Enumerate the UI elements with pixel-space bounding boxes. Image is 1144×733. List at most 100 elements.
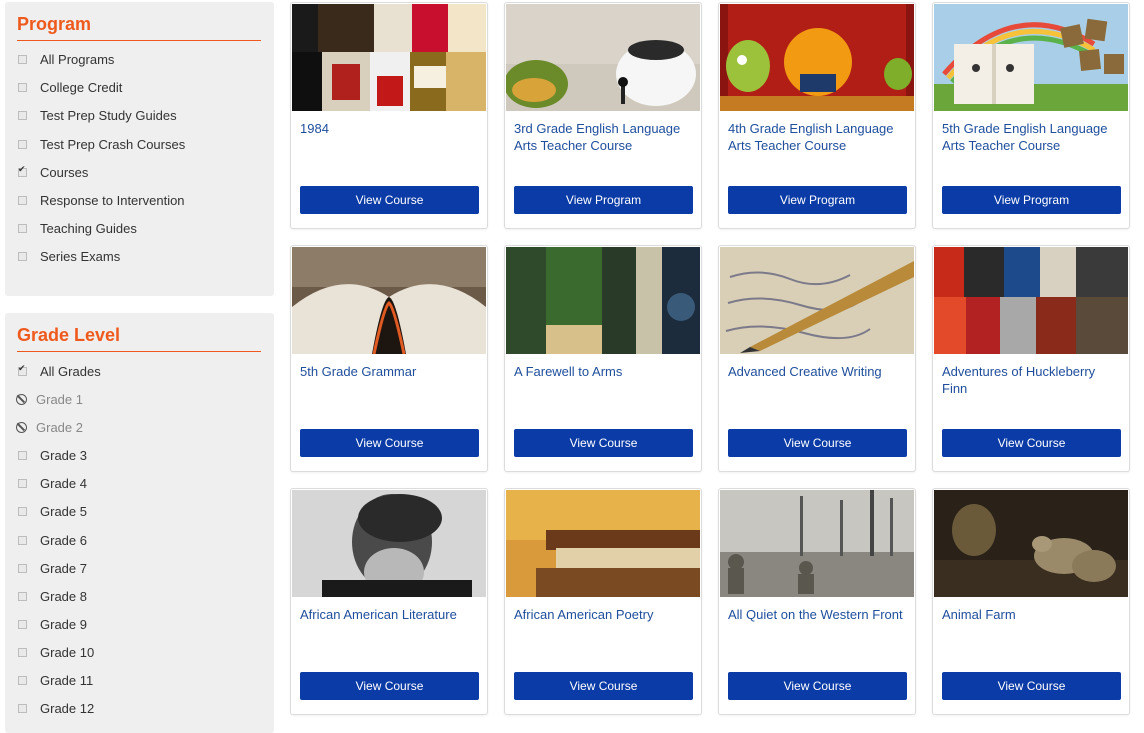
view-course-button[interactable]: View Course [942, 672, 1121, 700]
filter-option-grade-12[interactable]: Grade 12 [17, 698, 94, 718]
option-label: Grade 5 [40, 503, 87, 519]
checkbox[interactable] [18, 450, 27, 460]
not-allowed-icon [16, 421, 27, 433]
filter-option-all-programs[interactable]: All Programs [17, 49, 114, 69]
option-label: Test Prep Crash Courses [40, 136, 186, 152]
course-title[interactable]: African American Literature [300, 606, 480, 623]
checkbox[interactable] [18, 139, 27, 149]
view-program-button[interactable]: View Program [514, 186, 693, 214]
course-title[interactable]: 5th Grade Grammar [300, 363, 480, 380]
course-thumbnail-open-book[interactable] [292, 247, 486, 354]
course-title[interactable]: Adventures of Huckleberry Finn [942, 363, 1122, 397]
view-program-button[interactable]: View Program [942, 186, 1121, 214]
course-card: Animal Farm View Course [932, 488, 1130, 715]
filter-option-teaching-guides[interactable]: Teaching Guides [17, 218, 137, 238]
checkbox[interactable] [18, 591, 27, 601]
course-thumbnail-farm-animals[interactable] [934, 490, 1128, 597]
checkbox[interactable] [18, 251, 27, 261]
filter-option-grade-11[interactable]: Grade 11 [17, 670, 93, 690]
checkbox[interactable] [18, 54, 27, 64]
checkbox[interactable] [18, 82, 27, 92]
course-thumbnail-pen-handwriting[interactable] [720, 247, 914, 354]
view-course-button[interactable]: View Course [942, 429, 1121, 457]
option-label: Response to Intervention [40, 192, 185, 208]
filter-option-response-to-intervention[interactable]: Response to Intervention [17, 190, 185, 210]
course-thumbnail-book-covers[interactable] [506, 247, 700, 354]
checkbox[interactable] [18, 675, 27, 685]
option-label: Grade 12 [40, 700, 95, 716]
course-thumbnail-war-landscape[interactable] [720, 490, 914, 597]
filter-option-grade-4[interactable]: Grade 4 [17, 473, 87, 493]
checkbox[interactable] [18, 110, 27, 120]
not-allowed-icon [16, 393, 27, 405]
course-card: All Quiet on the Western Front View Cour… [718, 488, 916, 715]
course-title[interactable]: 5th Grade English Language Arts Teacher … [942, 120, 1122, 154]
checkbox-checked[interactable] [18, 164, 27, 177]
view-course-button[interactable]: View Course [300, 672, 479, 700]
course-title[interactable]: Advanced Creative Writing [728, 363, 908, 380]
checkbox[interactable] [18, 195, 27, 205]
course-card: 5th Grade Grammar View Course [290, 245, 488, 472]
course-card: A Farewell to Arms View Course [504, 245, 702, 472]
option-label: All Grades [40, 363, 101, 379]
checkbox-checked[interactable] [18, 363, 27, 376]
view-program-button[interactable]: View Program [728, 186, 907, 214]
course-card: African American Literature View Course [290, 488, 488, 715]
program-filter-title: Program [17, 14, 92, 34]
filter-option-courses[interactable]: Courses [17, 162, 88, 182]
course-thumbnail-fruit-characters-stage[interactable] [720, 4, 914, 111]
filter-option-grade-5[interactable]: Grade 5 [17, 501, 87, 521]
filter-option-college-credit[interactable]: College Credit [17, 77, 122, 97]
filter-option-grade-2: Grade 2 [16, 417, 83, 437]
checkbox[interactable] [18, 478, 27, 488]
course-title[interactable]: 1984 [300, 120, 480, 137]
course-thumbnail-book-rainbow-letters[interactable] [934, 4, 1128, 111]
course-thumbnail-book-covers-collage[interactable] [934, 247, 1128, 354]
grade-filter-title: Grade Level [17, 325, 121, 345]
filter-option-grade-10[interactable]: Grade 10 [17, 642, 94, 662]
view-course-button[interactable]: View Course [514, 429, 693, 457]
filter-option-test-prep-crash-courses[interactable]: Test Prep Crash Courses [17, 134, 185, 154]
option-label: Grade 3 [40, 447, 87, 463]
filter-option-grade-7[interactable]: Grade 7 [17, 558, 87, 578]
course-title[interactable]: All Quiet on the Western Front [728, 606, 908, 623]
filter-option-series-exams[interactable]: Series Exams [17, 246, 120, 266]
course-title[interactable]: 3rd Grade English Language Arts Teacher … [514, 120, 694, 154]
checkbox[interactable] [18, 506, 27, 516]
option-label: Grade 6 [40, 532, 87, 548]
view-course-button[interactable]: View Course [728, 429, 907, 457]
course-card: Advanced Creative Writing View Course [718, 245, 916, 472]
course-title[interactable]: African American Poetry [514, 606, 694, 623]
filter-option-grade-3[interactable]: Grade 3 [17, 445, 87, 465]
option-label: Series Exams [40, 248, 121, 264]
course-card: Adventures of Huckleberry Finn View Cour… [932, 245, 1130, 472]
checkbox[interactable] [18, 223, 27, 233]
course-title[interactable]: Animal Farm [942, 606, 1122, 623]
filter-option-test-prep-study-guides[interactable]: Test Prep Study Guides [17, 105, 177, 125]
checkbox[interactable] [18, 535, 27, 545]
course-thumbnail-portrait[interactable] [292, 490, 486, 597]
checkbox[interactable] [18, 647, 27, 657]
course-thumbnail-characters-microphone[interactable] [506, 4, 700, 111]
option-label: Test Prep Study Guides [40, 107, 177, 123]
course-title[interactable]: 4th Grade English Language Arts Teacher … [728, 120, 908, 154]
option-label: College Credit [40, 79, 123, 95]
view-course-button[interactable]: View Course [728, 672, 907, 700]
option-label: Grade 4 [40, 475, 87, 491]
course-thumbnail-1984-books[interactable] [292, 4, 486, 111]
checkbox[interactable] [18, 563, 27, 573]
view-course-button[interactable]: View Course [300, 429, 479, 457]
filter-option-grade-8[interactable]: Grade 8 [17, 586, 87, 606]
filter-option-grade-9[interactable]: Grade 9 [17, 614, 87, 634]
checkbox[interactable] [18, 703, 27, 713]
checkbox[interactable] [18, 619, 27, 629]
view-course-button[interactable]: View Course [514, 672, 693, 700]
option-label: Grade 11 [40, 672, 94, 688]
option-label: Grade 7 [40, 560, 87, 576]
view-course-button[interactable]: View Course [300, 186, 479, 214]
course-thumbnail-stacked-books[interactable] [506, 490, 700, 597]
filter-option-grade-6[interactable]: Grade 6 [17, 530, 87, 550]
course-card: 1984 View Course [290, 2, 488, 229]
filter-option-all-grades[interactable]: All Grades [17, 361, 101, 381]
course-title[interactable]: A Farewell to Arms [514, 363, 694, 380]
